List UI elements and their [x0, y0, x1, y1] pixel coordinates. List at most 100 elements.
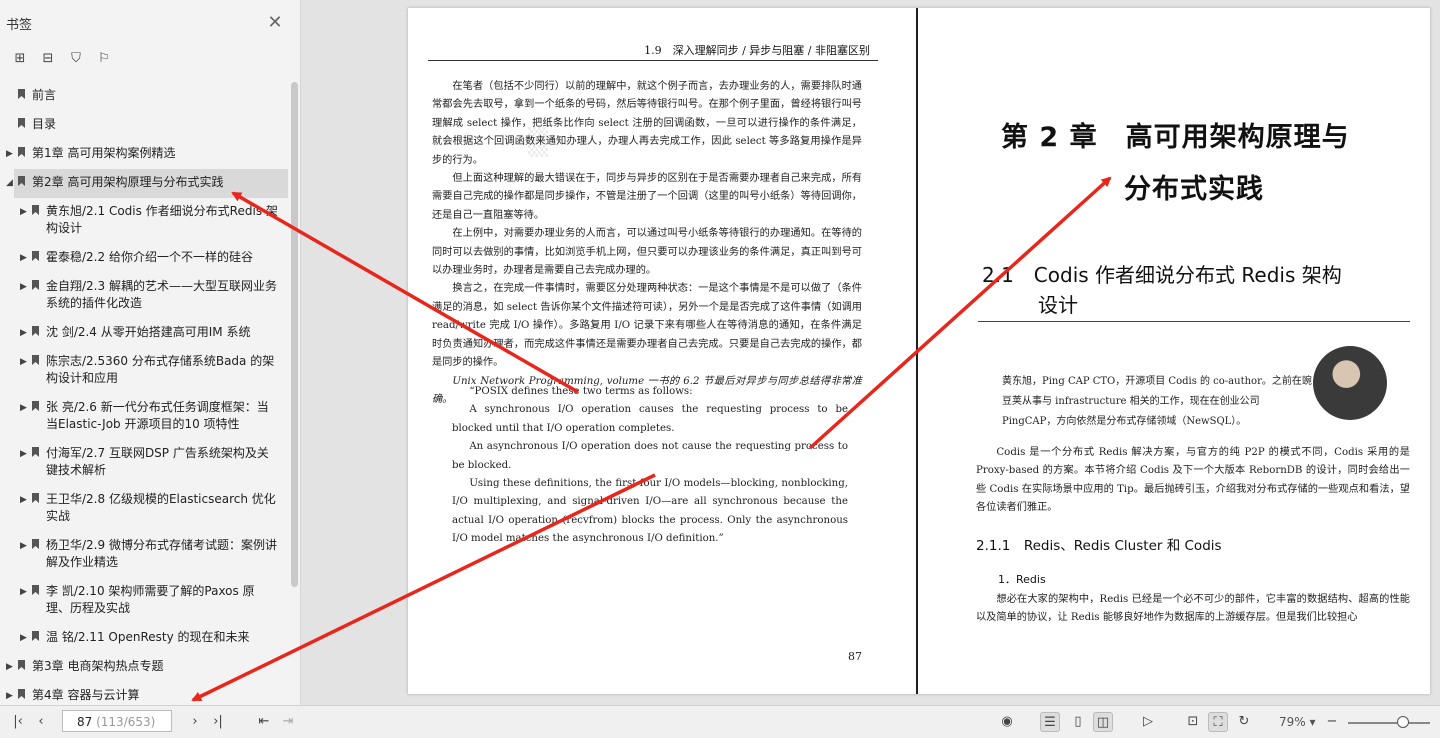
bookmark-section[interactable]: ▶ 霍泰稳/2.2 给你介绍一个不一样的硅谷	[0, 244, 288, 273]
bookmark-icon	[32, 355, 39, 365]
paragraph: 换言之，在完成一件事情时，需要区分处理两种状态：一是这个事情是不是可以做了（条件…	[432, 283, 862, 369]
bookmark-chapter[interactable]: ▶ 第4章 容器与云计算	[0, 682, 288, 705]
prev-page-icon[interactable]: ‹	[31, 712, 51, 732]
page-left: 1.9 深入理解同步 / 异步与阻塞 / 非阻塞区别 ▒ 在笔者（包括不少同行）…	[408, 8, 918, 694]
collapsed-arrow-icon[interactable]: ▶	[20, 492, 27, 509]
bookmark-label: 第3章 电商架构热点专题	[32, 659, 164, 673]
collapsed-arrow-icon[interactable]: ▶	[20, 204, 27, 221]
bookmark-panel-title: 书签	[6, 17, 33, 33]
collapsed-arrow-icon[interactable]: ▶	[20, 250, 27, 267]
two-page-icon[interactable]: ◫	[1093, 712, 1113, 732]
bookmark-icon	[32, 401, 39, 411]
chapter-title: 第 2 章 高可用架构原理与 分布式实践	[1001, 112, 1350, 216]
section-title-line: 2.1 Codis 作者细说分布式 Redis 架构	[982, 263, 1342, 287]
bookmark-chapter[interactable]: ◢ 第2章 高可用架构原理与分布式实践	[6, 169, 288, 198]
zoom-out-icon[interactable]: −	[1322, 712, 1342, 732]
bookmark-section[interactable]: ▶ 王卫华/2.8 亿级规模的Elasticsearch 优化实战	[0, 486, 288, 532]
bookmark-label: 王卫华/2.8 亿级规模的Elasticsearch 优化实战	[46, 492, 276, 523]
bookmark-section[interactable]: ▶ 温 铭/2.11 OpenResty 的现在和未来	[0, 624, 288, 653]
close-icon[interactable]: ✕	[266, 14, 284, 32]
bookmark-icon	[32, 539, 39, 549]
left-body: 在笔者（包括不少同行）以前的理解中，就这个例子而言，去办理业务的人，需要排队时通…	[432, 78, 862, 409]
bookmark-label: 黄东旭/2.1 Codis 作者细说分布式Redis 架构设计	[46, 204, 278, 235]
bookmark-icon	[32, 251, 39, 261]
eye-icon[interactable]: ◉	[997, 712, 1017, 732]
collapsed-arrow-icon[interactable]: ▶	[20, 325, 27, 342]
document-viewport[interactable]: 1.9 深入理解同步 / 异步与阻塞 / 非阻塞区别 ▒ 在笔者（包括不少同行）…	[301, 0, 1440, 705]
expand-all-icon[interactable]: ⊞	[12, 51, 28, 67]
page-number-field[interactable]: 87 (113/653)	[62, 710, 172, 732]
current-page: 87	[77, 715, 93, 729]
collapsed-arrow-icon[interactable]: ▶	[20, 446, 27, 463]
bookmark-section[interactable]: ▶ 沈 剑/2.4 从零开始搭建高可用IM 系统	[0, 319, 288, 348]
bookmark-section[interactable]: ▶ 杨卫华/2.9 微博分布式存储考试题：案例讲解及作业精选	[0, 532, 288, 578]
bookmark-icon[interactable]: ⚐	[96, 51, 112, 67]
collapsed-arrow-icon[interactable]: ▶	[20, 279, 27, 296]
fit-page-icon[interactable]: ⛶	[1208, 712, 1228, 732]
collapse-all-icon[interactable]: ⊟	[40, 51, 56, 67]
single-page-icon[interactable]: ▯	[1068, 712, 1088, 732]
bookmark-label: 第4章 容器与云计算	[32, 688, 140, 702]
bookmark-section[interactable]: ▶ 李 凯/2.10 架构师需要了解的Paxos 原理、历程及实战	[0, 578, 288, 624]
rotate-icon[interactable]: ↻	[1234, 712, 1254, 732]
collapsed-arrow-icon[interactable]: ▶	[20, 630, 27, 647]
bookmark-icon	[32, 631, 39, 641]
bookmark-label: 付海军/2.7 互联网DSP 广告系统架构及关键技术解析	[46, 446, 269, 477]
section-rule	[978, 321, 1410, 322]
play-icon[interactable]: ▷	[1138, 712, 1158, 732]
bookmark-toolbar: ⊞ ⊟ ⛉ ⚐	[0, 46, 300, 72]
bookmark-section[interactable]: ▶ 金自翔/2.3 解耦的艺术——大型互联网业务系统的插件化改造	[0, 273, 288, 319]
bookmark-label: 张 亮/2.6 新一代分布式任务调度框架：当当Elastic-Job 开源项目的…	[46, 400, 269, 431]
collapsed-arrow-icon[interactable]: ▶	[6, 146, 13, 163]
quote-line: Using these definitions, the first four …	[452, 478, 848, 545]
forward-icon[interactable]: ⇥	[278, 712, 298, 732]
bookmark-icon	[32, 447, 39, 457]
zoom-dropdown[interactable]: 79% ▾	[1279, 715, 1316, 729]
last-page-icon[interactable]: ›|	[208, 712, 228, 732]
paragraph: Codis 是一个分布式 Redis 解决方案，与官方的纯 P2P 的模式不同，…	[976, 447, 1410, 514]
bookmark-label: 第2章 高可用架构原理与分布式实践	[32, 175, 224, 189]
quote-line: “POSIX defines these two terms as follow…	[469, 386, 693, 397]
bookmark-chapter[interactable]: ▶ 第1章 高可用架构案例精选	[0, 140, 288, 169]
bookmark-section[interactable]: ▶ 付海军/2.7 互联网DSP 广告系统架构及关键技术解析	[0, 440, 288, 486]
bookmark-label: 杨卫华/2.9 微博分布式存储考试题：案例讲解及作业精选	[46, 538, 277, 569]
bookmark-label: 第1章 高可用架构案例精选	[32, 146, 176, 160]
author-photo	[1313, 346, 1387, 420]
zoom-slider-handle[interactable]	[1397, 716, 1409, 728]
collapsed-arrow-icon[interactable]: ▶	[6, 688, 13, 705]
bookmark-section[interactable]: ▶ 陈宗志/2.5360 分布式存储系统Bada 的架构设计和应用	[0, 348, 288, 394]
bookmark-chapter[interactable]: ▶ 第3章 电商架构热点专题	[0, 653, 288, 682]
bookmark-label: 李 凯/2.10 架构师需要了解的Paxos 原理、历程及实战	[46, 584, 255, 615]
subsection-title: 2.1.1 Redis、Redis Cluster 和 Codis	[976, 538, 1222, 554]
quote-line: An asynchronous I/O operation does not c…	[452, 441, 848, 471]
paragraph: 在上例中，对需要办理业务的人而言，可以通过叫号小纸条等待银行的办理通知。在等待的…	[432, 228, 862, 277]
bookmark-label: 霍泰稳/2.2 给你介绍一个不一样的硅谷	[46, 250, 253, 264]
next-page-icon[interactable]: ›	[185, 712, 205, 732]
paragraph: 想必在大家的架构中，Redis 已经是一个必不可少的部件，它丰富的数据结构、超高…	[976, 594, 1410, 624]
page-total: (113/653)	[96, 715, 156, 729]
actual-size-icon[interactable]: ⊡	[1183, 712, 1203, 732]
bookmark-chapter[interactable]: 前言	[0, 82, 288, 111]
collapsed-arrow-icon[interactable]: ▶	[6, 659, 13, 676]
first-page-icon[interactable]: |‹	[8, 712, 28, 732]
bookmark-icon	[18, 176, 25, 186]
bookmark-tree: 前言 目录 ▶ 第1章 高可用架构案例精选 ◢ 第2章 高可用架构原理与分布式实践 ▶ 黄东旭…	[0, 82, 288, 705]
quote-line: A synchronous I/O operation causes the r…	[452, 404, 848, 434]
expanded-arrow-icon[interactable]: ◢	[6, 175, 13, 192]
zoom-value: 79%	[1279, 715, 1306, 729]
back-icon[interactable]: ⇤	[254, 712, 274, 732]
collapsed-arrow-icon[interactable]: ▶	[20, 584, 27, 601]
add-bookmark-icon[interactable]: ⛉	[68, 51, 84, 67]
collapsed-arrow-icon[interactable]: ▶	[20, 400, 27, 417]
page-number: 87	[848, 650, 862, 663]
bookmark-chapter[interactable]: 目录	[0, 111, 288, 140]
paragraph: 在笔者（包括不少同行）以前的理解中，就这个例子而言，去办理业务的人，需要排队时通…	[432, 81, 862, 166]
continuous-scroll-icon[interactable]: ☰	[1040, 712, 1060, 732]
zoom-slider[interactable]	[1348, 722, 1430, 724]
bookmark-section[interactable]: ▶ 黄东旭/2.1 Codis 作者细说分布式Redis 架构设计	[0, 198, 288, 244]
bookmark-section[interactable]: ▶ 张 亮/2.6 新一代分布式任务调度框架：当当Elastic-Job 开源项目…	[0, 394, 288, 440]
bookmark-icon	[32, 493, 39, 503]
collapsed-arrow-icon[interactable]: ▶	[20, 354, 27, 371]
sidebar-scrollbar[interactable]	[291, 82, 298, 587]
collapsed-arrow-icon[interactable]: ▶	[20, 538, 27, 555]
